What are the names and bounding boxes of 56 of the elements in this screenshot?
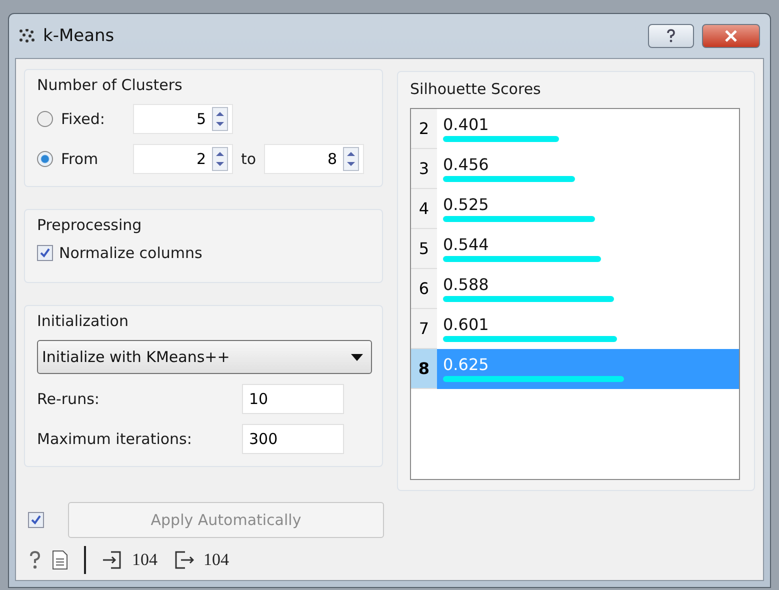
radio-label: From bbox=[61, 150, 100, 168]
close-icon bbox=[724, 30, 738, 42]
panel-title: Number of Clusters bbox=[37, 76, 184, 94]
window-title: k-Means bbox=[43, 26, 114, 46]
score-row[interactable]: 5 0.544 bbox=[411, 229, 739, 269]
output-count: 104 bbox=[204, 550, 229, 570]
score-row[interactable]: 6 0.588 bbox=[411, 269, 739, 309]
score-value: 0.625 bbox=[443, 355, 490, 374]
input-count: 104 bbox=[132, 550, 158, 570]
spin-arrows-icon[interactable] bbox=[212, 107, 228, 131]
score-value: 0.601 bbox=[443, 315, 490, 334]
score-row[interactable]: 8 0.625 bbox=[411, 349, 739, 389]
row-header: 3 bbox=[411, 149, 437, 189]
panel-title: Preprocessing bbox=[37, 216, 143, 234]
radio-label: Fixed: bbox=[61, 110, 106, 128]
row-header: 6 bbox=[411, 269, 437, 309]
field-label: Maximum iterations: bbox=[37, 430, 192, 448]
checkbox[interactable] bbox=[37, 245, 53, 261]
score-value: 0.544 bbox=[443, 235, 490, 254]
number-spinbox[interactable]: 2 bbox=[133, 144, 233, 174]
score-row[interactable]: 3 0.456 bbox=[411, 149, 739, 189]
row-header: 2 bbox=[411, 109, 437, 149]
number-field[interactable]: 10 bbox=[242, 384, 344, 414]
row-header: 8 bbox=[411, 349, 437, 389]
score-value: 0.456 bbox=[443, 155, 490, 174]
radio-button[interactable] bbox=[37, 151, 53, 167]
range-label: to bbox=[241, 150, 256, 168]
checkbox-label: Normalize columns bbox=[59, 244, 202, 262]
help-icon[interactable] bbox=[28, 550, 42, 570]
radio-button[interactable] bbox=[37, 111, 53, 127]
input-icon bbox=[102, 550, 122, 570]
close-button[interactable] bbox=[702, 24, 760, 48]
help-button[interactable] bbox=[648, 24, 694, 48]
number-field[interactable]: 300 bbox=[242, 424, 344, 454]
row-header: 4 bbox=[411, 189, 437, 229]
row-header: 7 bbox=[411, 309, 437, 349]
score-value: 0.588 bbox=[443, 275, 490, 294]
score-row[interactable]: 2 0.401 bbox=[411, 109, 739, 149]
row-header: 5 bbox=[411, 229, 437, 269]
number-spinbox[interactable]: 8 bbox=[264, 144, 364, 174]
score-row[interactable]: 4 0.525 bbox=[411, 189, 739, 229]
spin-arrows-icon[interactable] bbox=[343, 147, 360, 171]
panel-title: Initialization bbox=[37, 312, 130, 330]
spin-arrows-icon[interactable] bbox=[212, 147, 228, 171]
app-icon bbox=[19, 29, 35, 43]
method-dropdown[interactable]: Initialize with KMeans++ bbox=[37, 340, 372, 374]
field-label: Re-runs: bbox=[37, 390, 100, 408]
help-icon bbox=[665, 29, 677, 43]
panel-title: Silhouette Scores bbox=[410, 80, 542, 98]
document-icon[interactable] bbox=[52, 550, 68, 570]
caret-icon bbox=[351, 354, 363, 360]
score-row[interactable]: 7 0.601 bbox=[411, 309, 739, 349]
score-value: 0.525 bbox=[443, 195, 490, 214]
score-value: 0.401 bbox=[443, 115, 490, 134]
number-spinbox[interactable]: 5 bbox=[133, 104, 233, 134]
output-icon bbox=[174, 550, 194, 570]
